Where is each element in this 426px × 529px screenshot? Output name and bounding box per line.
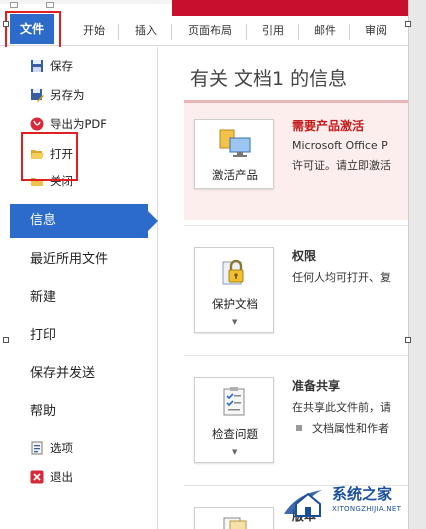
section-divider [184, 225, 408, 226]
highlight-box-open [21, 132, 78, 181]
tab-references[interactable]: 引用 [253, 22, 293, 44]
activate-product-label: 激活产品 [212, 168, 258, 182]
section-divider [184, 355, 408, 356]
nav-item-recent[interactable]: 最近所用文件 [30, 248, 108, 272]
lock-key-icon [219, 256, 251, 291]
watermark-name: 系统之家 [332, 485, 393, 503]
nav-item-exit[interactable]: 退出 [30, 467, 73, 487]
protect-document-button[interactable]: 保护文档 ▼ [194, 247, 274, 333]
nav-item-save-send[interactable]: 保存并发送 [30, 362, 95, 386]
share-title: 准备共享 [292, 379, 341, 393]
ribbon-tab-bar: 文件 开始 插入 页面布局 引用 邮件 审阅 [0, 0, 426, 46]
tab-mailings[interactable]: 邮件 [305, 22, 345, 44]
nav-item-save[interactable]: 保存 [30, 56, 73, 76]
share-bullet-text: 文档属性和作者 [312, 422, 389, 435]
save-as-icon [30, 88, 44, 102]
manage-versions-button[interactable] [194, 507, 274, 529]
bullet-square-icon [296, 425, 302, 431]
watermark-url: XITONGZHIJIA.NET [332, 505, 402, 513]
permissions-title: 权限 [292, 249, 317, 263]
resize-handle[interactable] [3, 337, 9, 343]
nav-item-label: 退出 [50, 470, 73, 484]
activate-product-button[interactable]: 激活产品 [194, 119, 274, 189]
dropdown-arrow-icon: ▼ [232, 448, 238, 456]
info-panel: 有关 文档1 的信息 激活产品 需要产品激活 Microsoft Office … [159, 47, 408, 529]
quick-access-icon[interactable] [10, 2, 18, 8]
tab-separator [171, 24, 172, 40]
activation-title: 需要产品激活 [292, 119, 365, 133]
tab-separator [246, 24, 247, 40]
tab-separator [118, 24, 119, 40]
tab-separator [298, 24, 299, 40]
tab-insert[interactable]: 插入 [126, 22, 166, 44]
share-text-line1: 在共享此文件前，请 [292, 401, 391, 414]
activation-text-line2: 许可证。请立即激活 [292, 159, 391, 172]
nav-item-label: 另存为 [50, 88, 85, 102]
checklist-icon [219, 386, 251, 421]
permissions-text-line1: 任何人均可打开、复 [292, 271, 391, 284]
highlight-box-file [5, 11, 61, 52]
nav-item-info-label: 信息 [30, 213, 57, 228]
protect-document-label: 保护文档 [212, 297, 258, 311]
share-bullet-item: 文档属性和作者 [292, 420, 389, 436]
tab-separator [349, 24, 350, 40]
tab-home[interactable]: 开始 [74, 22, 114, 44]
house-logo-icon [282, 484, 328, 520]
title-bar-accent [172, 0, 408, 16]
options-icon [30, 441, 44, 455]
tab-page-layout[interactable]: 页面布局 [178, 22, 242, 44]
quick-access-icon[interactable] [46, 2, 54, 8]
nav-item-label: 选项 [50, 441, 73, 455]
window-scroll-region [408, 0, 426, 529]
exit-icon [30, 470, 44, 484]
resize-handle[interactable] [405, 337, 411, 343]
site-watermark: 系统之家 XITONGZHIJIA.NET [282, 480, 412, 524]
nav-item-print[interactable]: 打印 [30, 324, 56, 348]
dropdown-arrow-icon: ▼ [232, 318, 238, 326]
nav-item-label: 导出为PDF [50, 117, 107, 131]
nav-item-export-pdf[interactable]: 导出为PDF [30, 114, 107, 134]
save-icon [30, 59, 44, 73]
check-issues-label: 检查问题 [212, 427, 258, 441]
pdf-icon [30, 117, 44, 131]
page-title: 有关 文档1 的信息 [190, 68, 348, 90]
tab-review[interactable]: 审阅 [356, 22, 396, 44]
nav-item-new[interactable]: 新建 [30, 286, 56, 310]
key-monitor-icon [218, 128, 252, 161]
nav-item-options[interactable]: 选项 [30, 438, 73, 458]
nav-item-help[interactable]: 帮助 [30, 400, 56, 424]
nav-item-save-as[interactable]: 另存为 [30, 85, 85, 105]
activation-text-line1: Microsoft Office P [292, 139, 388, 152]
nav-item-label: 保存 [50, 59, 73, 73]
check-issues-button[interactable]: 检查问题 ▼ [194, 377, 274, 463]
resize-handle[interactable] [405, 21, 411, 27]
resize-handle[interactable] [3, 21, 9, 27]
document-versions-icon [221, 516, 249, 529]
